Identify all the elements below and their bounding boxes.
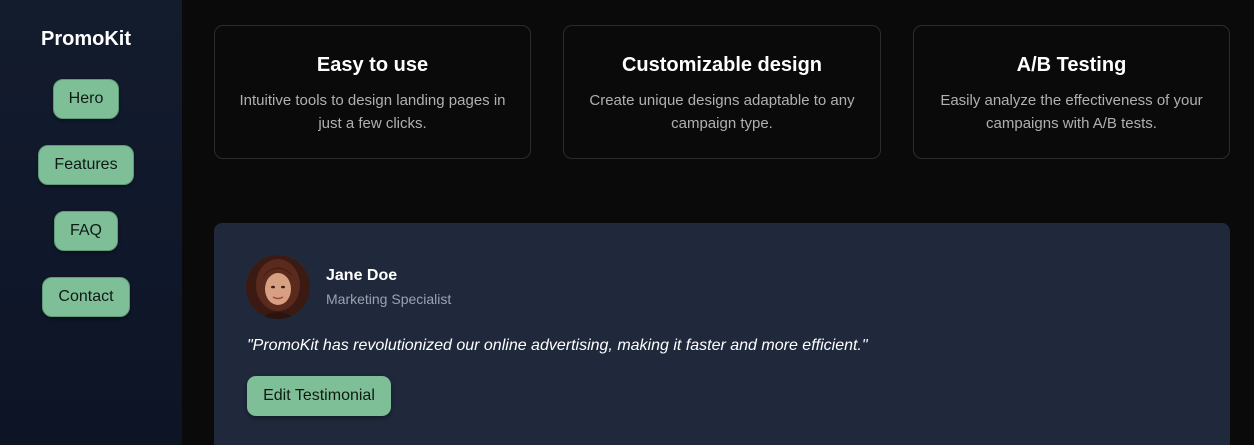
app-layout: PromoKit Hero Features FAQ Contact Easy … bbox=[0, 0, 1254, 445]
feature-card: Easy to use Intuitive tools to design la… bbox=[214, 25, 531, 159]
nav-faq-button[interactable]: FAQ bbox=[54, 211, 118, 251]
feature-description: Easily analyze the effectiveness of your… bbox=[940, 92, 1203, 132]
testimonial-card: Jane Doe Marketing Specialist "PromoKit … bbox=[214, 223, 1230, 445]
feature-title: A/B Testing bbox=[1016, 54, 1127, 76]
brand-logo: PromoKit bbox=[41, 28, 131, 50]
edit-testimonial-button[interactable]: Edit Testimonial bbox=[247, 376, 391, 416]
feature-description: Intuitive tools to design landing pages … bbox=[239, 92, 506, 132]
nav-hero-button[interactable]: Hero bbox=[53, 79, 119, 119]
feature-title: Customizable design bbox=[621, 54, 823, 76]
feature-card: Customizable design Create unique design… bbox=[563, 25, 881, 159]
feature-description: Create unique designs adaptable to any c… bbox=[589, 92, 855, 132]
nav-contact-button[interactable]: Contact bbox=[42, 277, 130, 317]
author-name: Jane Doe bbox=[326, 267, 398, 284]
sidebar: PromoKit Hero Features FAQ Contact bbox=[0, 0, 182, 445]
feature-card: A/B Testing Easily analyze the effective… bbox=[913, 25, 1230, 159]
testimonial-quote: "PromoKit has revolutionized our online … bbox=[247, 337, 868, 354]
avatar bbox=[246, 255, 310, 319]
author-role: Marketing Specialist bbox=[326, 291, 452, 307]
avatar-photo-icon bbox=[246, 255, 310, 319]
feature-title: Easy to use bbox=[316, 54, 429, 76]
nav-features-button[interactable]: Features bbox=[38, 145, 134, 185]
